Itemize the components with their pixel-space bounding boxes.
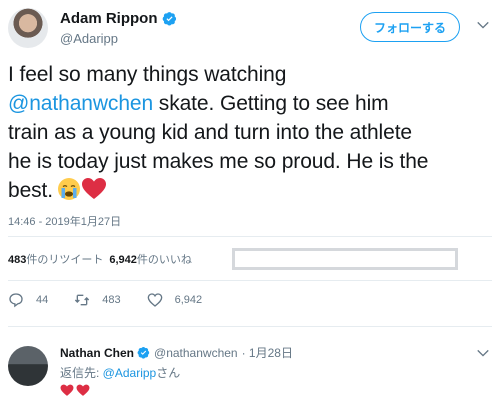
tweet-line: train as a young kid and turn into the a… (8, 121, 413, 144)
reply-icon (9, 293, 23, 308)
red-heart-emoji-icon (76, 384, 90, 396)
reply-action[interactable]: 44 (8, 292, 48, 308)
retweet-stat-label: 件のリツイート (26, 254, 104, 266)
reply-author-handle[interactable]: @nathanwchen (154, 346, 238, 360)
replying-to-handle[interactable]: @Adaripp (103, 366, 157, 380)
tweet-line: he is today just makes me so proud. He i… (8, 150, 429, 173)
verified-badge-icon (137, 346, 150, 359)
replying-to: 返信先: @Adarippさん (60, 364, 180, 381)
tweet-text-segment: skate. Getting to see him (153, 92, 389, 115)
chevron-down-icon[interactable] (476, 346, 490, 360)
divider (8, 326, 492, 327)
author-handle[interactable]: @Adaripp (60, 31, 118, 46)
retweet-stat-count: 483 (8, 254, 27, 266)
reply-tweet[interactable]: Nathan Chen @nathanwchen · 1月28日 返信先: @A… (8, 340, 492, 404)
retweet-action[interactable]: 483 (74, 292, 121, 308)
reply-count: 44 (36, 294, 49, 306)
like-count: 6,942 (174, 294, 203, 306)
tweet-line: @nathanwchen skate. Getting to see him (8, 89, 494, 118)
like-stat[interactable]: 6,942件のいいね (109, 251, 192, 267)
reply-date[interactable]: · 1月28日 (242, 344, 293, 361)
mention-link[interactable]: @nathanwchen (8, 92, 153, 115)
crying-face-emoji-icon (58, 178, 81, 200)
tweet-stats: 483件のリツイート 6,942件のいいね (8, 248, 198, 270)
divider (8, 280, 492, 281)
like-stat-count: 6,942 (109, 254, 137, 266)
tweet-text-segment: best. (8, 179, 54, 202)
retweet-stat[interactable]: 483件のリツイート (8, 251, 103, 267)
tweet-line: best. (8, 176, 494, 205)
red-heart-emoji-icon (60, 384, 74, 396)
tweet-actions: 44 483 6,942 (8, 290, 228, 310)
like-action[interactable]: 6,942 (147, 292, 203, 308)
tweet-header: Adam Rippon @Adaripp フォローする (8, 8, 492, 50)
retweet-count: 483 (102, 294, 121, 306)
reply-header: Nathan Chen @nathanwchen · 1月28日 (60, 344, 293, 361)
follow-button[interactable]: フォローする (360, 12, 460, 42)
liker-avatars-strip[interactable] (232, 248, 458, 270)
replying-to-prefix: 返信先: (60, 366, 103, 380)
red-heart-emoji-icon (82, 178, 107, 199)
author-avatar[interactable] (8, 8, 48, 48)
tweet-line: I feel so many things watching (8, 63, 287, 86)
author-name[interactable]: Adam Rippon (60, 10, 158, 27)
reply-text (60, 384, 92, 397)
tweet-text: I feel so many things watching @nathanwc… (8, 60, 494, 205)
replying-to-suffix: さん (156, 366, 181, 380)
chevron-down-icon[interactable] (476, 18, 490, 32)
reply-author-name[interactable]: Nathan Chen (60, 346, 134, 360)
verified-badge-icon (162, 12, 176, 26)
tweet-timestamp[interactable]: 14:46 - 2019年1月27日 (8, 213, 121, 229)
author-name-row[interactable]: Adam Rippon (60, 10, 177, 27)
like-stat-label: 件のいいね (136, 254, 192, 266)
divider (8, 236, 492, 237)
reply-author-avatar[interactable] (8, 346, 48, 386)
heart-outline-icon (147, 293, 162, 307)
retweet-icon (75, 294, 90, 306)
